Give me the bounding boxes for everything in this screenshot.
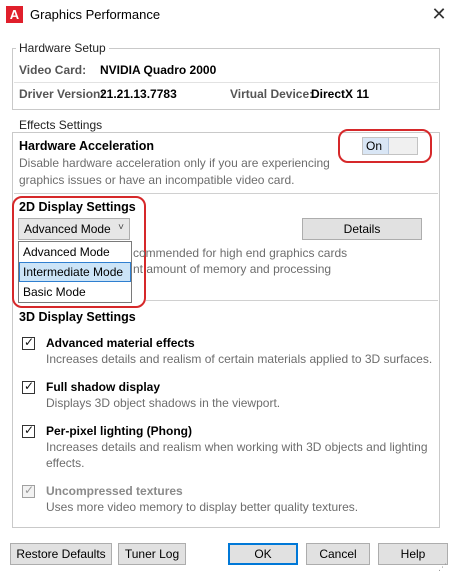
display-3d-title: 3D Display Settings xyxy=(19,310,136,324)
check-icon: ✓ xyxy=(24,423,35,437)
mode-option-advanced[interactable]: Advanced Mode xyxy=(19,242,131,262)
check-icon: ✓ xyxy=(24,379,35,393)
full-shadow-title: Full shadow display xyxy=(46,380,161,394)
hardware-acceleration-title: Hardware Acceleration xyxy=(19,139,155,153)
uncompressed-textures-title: Uncompressed textures xyxy=(46,484,183,498)
mode-description-1: commended for high end graphics cards xyxy=(133,246,348,260)
effects-divider-2 xyxy=(146,300,438,301)
hardware-acceleration-desc-1: Disable hardware acceleration only if yo… xyxy=(19,156,330,170)
display-mode-dropdown: Advanced Mode Intermediate Mode Basic Mo… xyxy=(18,241,132,303)
window-title: Graphics Performance xyxy=(30,7,161,22)
toggle-on-label: On xyxy=(363,138,389,154)
check-icon: ✓ xyxy=(24,335,35,349)
virtual-device-label: Virtual Device: xyxy=(230,87,314,101)
uncompressed-textures-desc: Uses more video memory to display better… xyxy=(46,500,359,514)
check-icon: ✓ xyxy=(24,483,35,497)
display-mode-select[interactable]: Advanced Mode ˅ xyxy=(18,218,130,240)
mode-option-basic[interactable]: Basic Mode xyxy=(19,282,131,302)
driver-version-label: Driver Version: xyxy=(19,87,105,101)
ok-button[interactable]: OK xyxy=(228,543,298,565)
uncompressed-textures-checkbox[interactable]: ✓ xyxy=(22,483,35,498)
advanced-material-desc: Increases details and realism of certain… xyxy=(46,352,433,366)
hardware-acceleration-toggle[interactable]: On xyxy=(362,137,418,155)
per-pixel-lighting-title: Per-pixel lighting (Phong) xyxy=(46,424,192,438)
effects-divider-1 xyxy=(14,193,438,194)
advanced-material-checkbox[interactable]: ✓ xyxy=(22,335,35,350)
title-bar: A Graphics Performance ✕ xyxy=(0,0,452,30)
dialog-body: Hardware Setup Video Card: NVIDIA Quadro… xyxy=(0,30,452,574)
resize-grip-icon[interactable]: ⋰ xyxy=(438,562,447,573)
details-button[interactable]: Details xyxy=(302,218,422,240)
close-icon[interactable]: ✕ xyxy=(428,3,450,25)
cancel-button[interactable]: Cancel xyxy=(306,543,370,565)
effects-settings-legend: Effects Settings xyxy=(16,118,106,132)
hardware-acceleration-desc-2: graphics issues or have an incompatible … xyxy=(19,173,295,187)
video-card-label: Video Card: xyxy=(19,63,87,77)
video-card-value: NVIDIA Quadro 2000 xyxy=(100,63,217,77)
per-pixel-lighting-checkbox[interactable]: ✓ xyxy=(22,423,35,438)
chevron-down-icon: ˅ xyxy=(118,222,124,233)
mode-option-intermediate[interactable]: Intermediate Mode xyxy=(19,262,131,282)
per-pixel-lighting-desc: Increases details and realism when worki… xyxy=(46,440,428,470)
driver-version-value: 21.21.13.7783 xyxy=(100,87,177,101)
virtual-device-value: DirectX 11 xyxy=(311,87,370,101)
hardware-setup-legend: Hardware Setup xyxy=(16,41,109,55)
autocad-a-icon: A xyxy=(6,6,23,23)
full-shadow-desc: Displays 3D object shadows in the viewpo… xyxy=(46,396,281,410)
full-shadow-checkbox[interactable]: ✓ xyxy=(22,379,35,394)
display-mode-selected: Advanced Mode xyxy=(24,222,111,236)
tuner-log-button[interactable]: Tuner Log xyxy=(118,543,186,565)
advanced-material-title: Advanced material effects xyxy=(46,336,195,350)
restore-defaults-button[interactable]: Restore Defaults xyxy=(10,543,112,565)
mode-description-2: nt amount of memory and processing xyxy=(133,262,332,276)
hardware-divider xyxy=(14,82,438,83)
